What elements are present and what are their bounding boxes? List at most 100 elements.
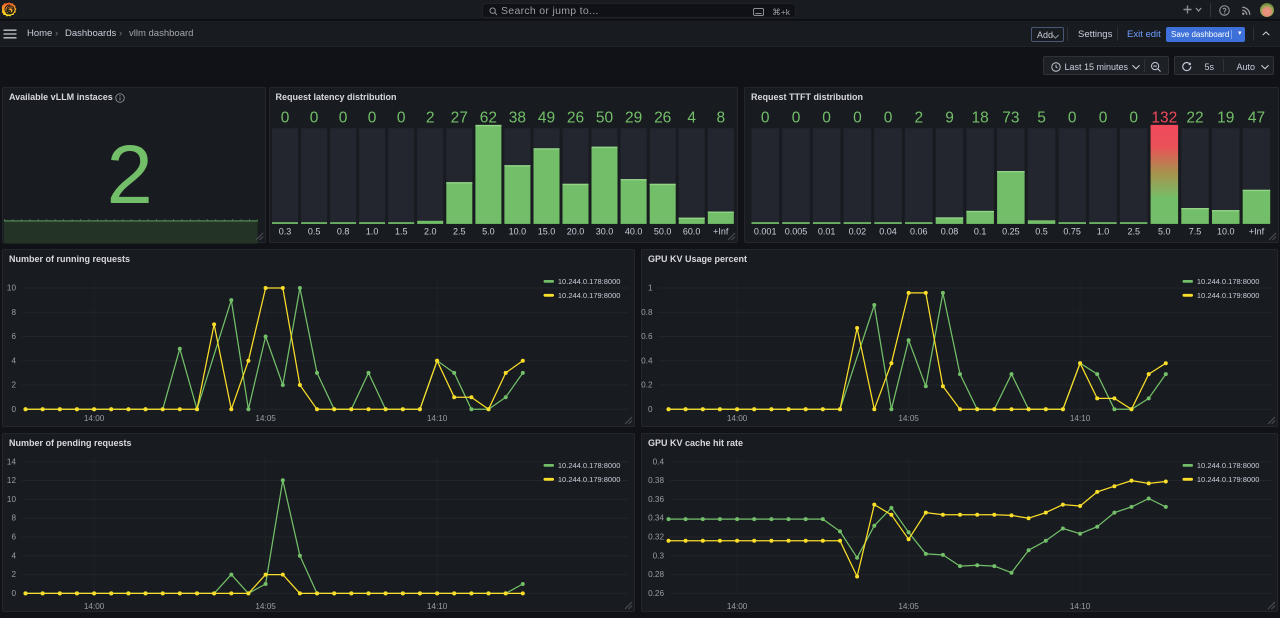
svg-text:0.001: 0.001 <box>754 226 777 236</box>
svg-text:8: 8 <box>11 513 16 522</box>
svg-text:10.244.0.178:8000: 10.244.0.178:8000 <box>558 277 621 286</box>
svg-text:0.3: 0.3 <box>653 551 665 560</box>
svg-text:0.2: 0.2 <box>641 380 653 389</box>
svg-text:38: 38 <box>508 109 525 126</box>
svg-text:10.0: 10.0 <box>508 226 526 236</box>
svg-text:4: 4 <box>687 109 696 126</box>
svg-text:10.244.0.179:8000: 10.244.0.179:8000 <box>558 291 621 300</box>
svg-text:2.5: 2.5 <box>1127 226 1140 236</box>
svg-text:14:05: 14:05 <box>255 602 276 611</box>
svg-text:7.5: 7.5 <box>1189 226 1202 236</box>
svg-text:14:10: 14:10 <box>427 602 448 611</box>
svg-text:26: 26 <box>566 109 583 126</box>
svg-text:0.5: 0.5 <box>307 226 320 236</box>
svg-text:0: 0 <box>1099 109 1108 126</box>
svg-text:2.0: 2.0 <box>423 226 436 236</box>
svg-text:5: 5 <box>1037 109 1046 126</box>
svg-text:10.244.0.178:8000: 10.244.0.178:8000 <box>1197 461 1260 470</box>
svg-text:8: 8 <box>11 307 16 316</box>
svg-text:0: 0 <box>396 109 405 126</box>
svg-text:0.4: 0.4 <box>653 457 665 466</box>
svg-text:73: 73 <box>1002 109 1019 126</box>
svg-text:10.244.0.179:8000: 10.244.0.179:8000 <box>1197 291 1260 300</box>
svg-text:1.0: 1.0 <box>1097 226 1110 236</box>
svg-text:+Inf: +Inf <box>1249 226 1265 236</box>
svg-text:0.5: 0.5 <box>1035 226 1048 236</box>
svg-text:14:05: 14:05 <box>898 413 919 422</box>
svg-text:0.005: 0.005 <box>785 226 808 236</box>
svg-text:5.0: 5.0 <box>1158 226 1171 236</box>
svg-text:50: 50 <box>595 109 613 126</box>
svg-text:18: 18 <box>971 109 988 126</box>
svg-text:2: 2 <box>425 109 434 126</box>
svg-text:14:00: 14:00 <box>727 413 748 422</box>
svg-text:2: 2 <box>11 570 16 579</box>
svg-text:0.3: 0.3 <box>278 226 291 236</box>
svg-text:9: 9 <box>945 109 954 126</box>
svg-text:14: 14 <box>7 457 17 466</box>
svg-text:0.01: 0.01 <box>818 226 836 236</box>
svg-text:62: 62 <box>479 109 496 126</box>
svg-text:20.0: 20.0 <box>566 226 584 236</box>
svg-text:14:10: 14:10 <box>427 413 448 422</box>
svg-text:0: 0 <box>1068 109 1077 126</box>
svg-text:0: 0 <box>792 109 801 126</box>
svg-text:12: 12 <box>7 476 17 485</box>
svg-text:0: 0 <box>853 109 862 126</box>
svg-text:0: 0 <box>761 109 770 126</box>
svg-text:0: 0 <box>367 109 376 126</box>
svg-text:10.244.0.179:8000: 10.244.0.179:8000 <box>1197 475 1260 484</box>
svg-text:0: 0 <box>280 109 289 126</box>
svg-text:2: 2 <box>11 380 16 389</box>
svg-text:0.28: 0.28 <box>648 570 664 579</box>
svg-text:40.0: 40.0 <box>624 226 642 236</box>
svg-text:14:00: 14:00 <box>727 602 748 611</box>
svg-text:0: 0 <box>338 109 347 126</box>
svg-text:0.6: 0.6 <box>641 332 653 341</box>
svg-text:10.0: 10.0 <box>1217 226 1235 236</box>
svg-text:0.75: 0.75 <box>1063 226 1081 236</box>
svg-text:29: 29 <box>624 109 641 126</box>
svg-text:8: 8 <box>716 109 725 126</box>
svg-text:5.0: 5.0 <box>482 226 495 236</box>
svg-text:0: 0 <box>884 109 893 126</box>
svg-text:27: 27 <box>450 109 467 126</box>
svg-text:14:10: 14:10 <box>1070 413 1091 422</box>
svg-text:10.244.0.178:8000: 10.244.0.178:8000 <box>558 461 621 470</box>
svg-text:1.5: 1.5 <box>394 226 407 236</box>
svg-text:14:00: 14:00 <box>84 602 105 611</box>
svg-text:47: 47 <box>1248 109 1265 126</box>
svg-text:15.0: 15.0 <box>537 226 555 236</box>
svg-text:2.5: 2.5 <box>453 226 466 236</box>
svg-text:4: 4 <box>11 551 16 560</box>
svg-text:10: 10 <box>7 283 17 292</box>
svg-text:0: 0 <box>1129 109 1138 126</box>
svg-text:19: 19 <box>1217 109 1234 126</box>
svg-text:0.36: 0.36 <box>648 495 664 504</box>
svg-text:0: 0 <box>309 109 318 126</box>
svg-text:14:10: 14:10 <box>1070 602 1091 611</box>
svg-text:26: 26 <box>654 109 671 126</box>
svg-text:30.0: 30.0 <box>595 226 613 236</box>
svg-text:14:05: 14:05 <box>255 413 276 422</box>
svg-text:22: 22 <box>1186 109 1203 126</box>
svg-text:0.02: 0.02 <box>849 226 867 236</box>
svg-text:0.04: 0.04 <box>879 226 897 236</box>
svg-text:6: 6 <box>11 532 16 541</box>
svg-text:0: 0 <box>11 404 16 413</box>
svg-text:0.25: 0.25 <box>1002 226 1020 236</box>
svg-text:10.244.0.178:8000: 10.244.0.178:8000 <box>1197 277 1260 286</box>
svg-text:0: 0 <box>11 589 16 598</box>
svg-text:132: 132 <box>1151 109 1177 126</box>
svg-text:1.0: 1.0 <box>365 226 378 236</box>
svg-text:14:05: 14:05 <box>898 602 919 611</box>
svg-text:50.0: 50.0 <box>653 226 671 236</box>
svg-text:2: 2 <box>914 109 923 126</box>
svg-text:14:00: 14:00 <box>84 413 105 422</box>
svg-text:0.06: 0.06 <box>910 226 928 236</box>
svg-text:0.4: 0.4 <box>641 356 653 365</box>
svg-text:49: 49 <box>537 109 554 126</box>
svg-text:0: 0 <box>648 404 653 413</box>
svg-text:0.8: 0.8 <box>641 307 653 316</box>
svg-text:0.34: 0.34 <box>648 513 664 522</box>
